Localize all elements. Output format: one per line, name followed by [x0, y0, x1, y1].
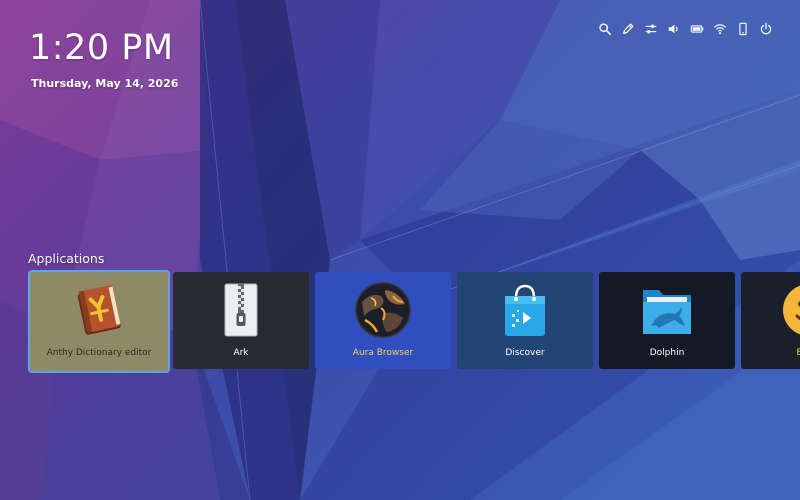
- volume-icon[interactable]: [665, 20, 683, 38]
- pencil-icon[interactable]: [619, 20, 637, 38]
- search-icon[interactable]: [596, 20, 614, 38]
- applications-list: Anthy Dictionary editor Ark Aura Browser…: [28, 270, 800, 373]
- wifi-icon[interactable]: [711, 20, 729, 38]
- app-label: Emoji: [796, 348, 800, 358]
- emoji-face-icon: [783, 285, 800, 335]
- system-tray: [596, 20, 780, 38]
- applications-heading: Applications: [28, 251, 105, 266]
- app-card-emoji[interactable]: Emoji: [741, 272, 800, 369]
- app-card-aura-browser[interactable]: Aura Browser: [315, 272, 451, 369]
- folder-dolphin-icon: [643, 290, 691, 334]
- aura-globe-icon: [355, 282, 411, 338]
- phone-icon[interactable]: [734, 20, 752, 38]
- app-card-dolphin[interactable]: Dolphin: [599, 272, 735, 369]
- app-label: Ark: [233, 348, 249, 358]
- app-card-ark[interactable]: Ark: [173, 272, 309, 369]
- app-label: Aura Browser: [352, 348, 414, 358]
- app-card-discover[interactable]: Discover: [457, 272, 593, 369]
- wallpaper-background: [0, 0, 800, 500]
- battery-icon[interactable]: [688, 20, 706, 38]
- desktop: 1:20 PM Thursday, May 14, 2026 Applicati…: [0, 0, 800, 500]
- shopping-bag-icon: [505, 284, 545, 336]
- app-label: Anthy Dictionary editor: [46, 348, 152, 358]
- clock-time: 1:20 PM: [29, 28, 174, 68]
- clock-date: Thursday, May 14, 2026: [31, 77, 179, 90]
- power-icon[interactable]: [757, 20, 775, 38]
- app-card-anthy-dictionary-editor[interactable]: Anthy Dictionary editor: [28, 270, 170, 373]
- app-label: Discover: [505, 348, 545, 358]
- sliders-icon[interactable]: [642, 20, 660, 38]
- dictionary-book-icon: [77, 285, 121, 335]
- app-label: Dolphin: [649, 348, 685, 358]
- archive-zipper-icon: [224, 283, 258, 337]
